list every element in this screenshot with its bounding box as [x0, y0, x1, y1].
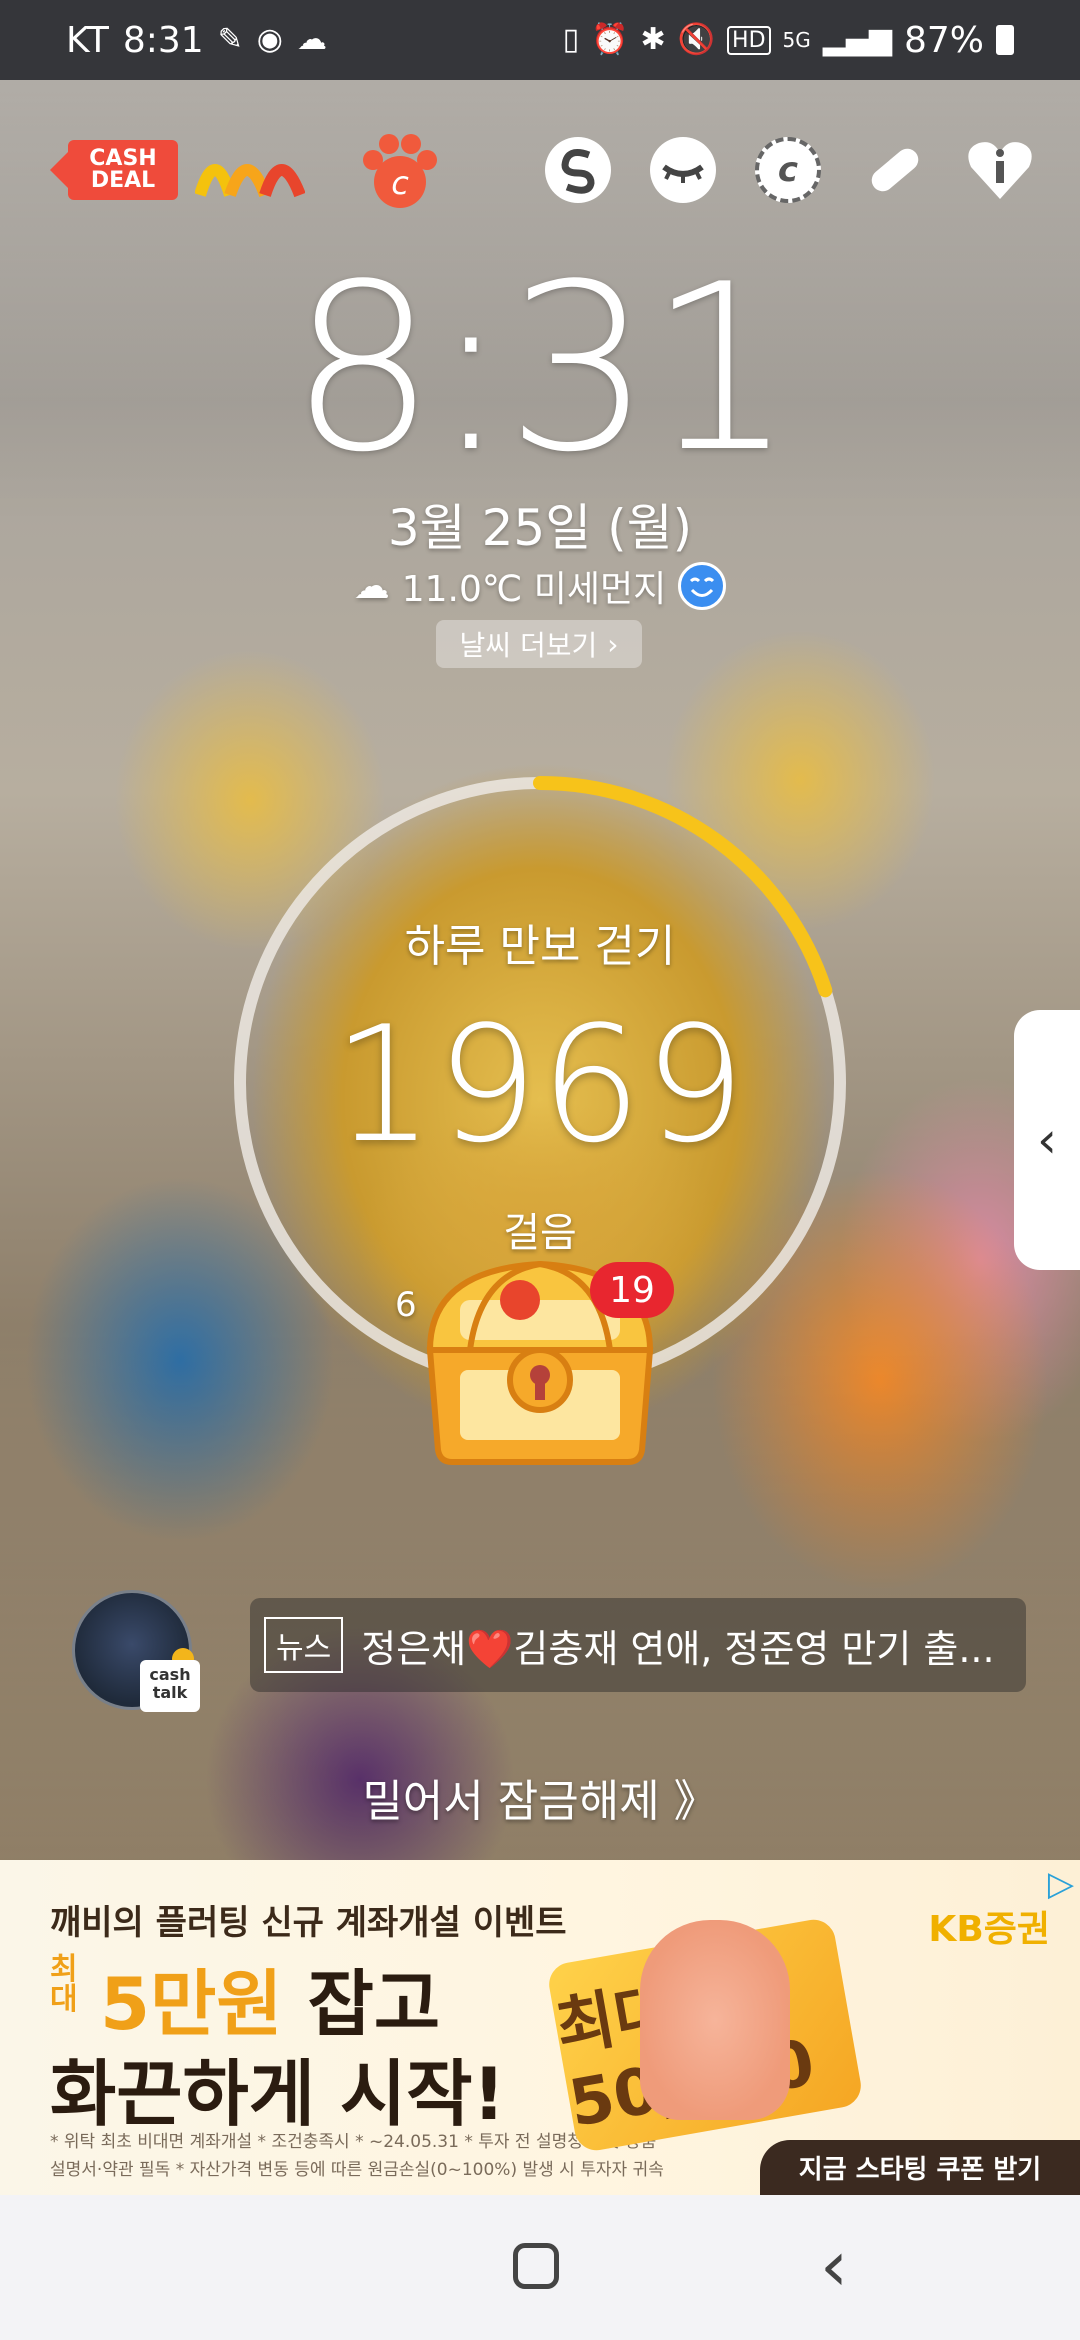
c-coin-app-icon[interactable]: c: [755, 137, 821, 203]
lockscreen-clock: 8:31: [289, 236, 795, 503]
alarm-icon: ⏰: [591, 22, 629, 57]
edge-panel-handle[interactable]: ‹: [1014, 1010, 1080, 1270]
ad-big-line-2: 화끈하게 시작!: [50, 2052, 506, 2136]
paw-c-app-icon[interactable]: c: [355, 130, 445, 210]
signal-icon: ▂▄▆: [822, 22, 892, 57]
ad-brand-logo: KB증권: [928, 1909, 1050, 1950]
ad-cta-button[interactable]: 지금 스타팅 쿠폰 받기: [760, 2140, 1080, 2195]
news-tag: 뉴스: [264, 1617, 344, 1673]
network-type-icon: 5G: [782, 28, 811, 52]
navigation-bar: ‹: [0, 2195, 1080, 2340]
notification-feather-icon: ✎: [217, 22, 243, 57]
carrier-label: KT: [66, 19, 109, 61]
svg-text:c: c: [391, 164, 409, 202]
chest-count-badge: 19: [590, 1262, 674, 1318]
svg-text:c: c: [778, 150, 798, 190]
battery-saver-icon: ▯: [562, 22, 580, 57]
status-bar: KT 8:31 ✎ ◉ ☁ ▯ ⏰ ✱ 🔇 HD 5G ▂▄▆ 87%: [0, 0, 1080, 80]
swipe-to-unlock[interactable]: 밀어서 잠금해제 》: [0, 1765, 1080, 1829]
cashtalk-label: cash talk: [140, 1660, 200, 1712]
news-headline: 정은채❤️김충재 연애, 정준영 만기 출...: [361, 1626, 995, 1671]
mute-icon: 🔇: [677, 22, 716, 57]
home-button[interactable]: [513, 2243, 559, 2289]
chevron-right-icon: ›: [607, 627, 619, 661]
notification-compass-icon: ◉: [256, 22, 283, 57]
chevron-left-icon: ‹: [1037, 1111, 1057, 1169]
notification-cloud-icon: ☁: [296, 22, 327, 57]
steps-count: 1969: [332, 991, 748, 1178]
ad-small-label: 최대: [50, 1952, 78, 2017]
lockscreen-date: 3월 25일 (월): [387, 499, 693, 557]
battery-percent: 87%: [903, 19, 984, 61]
weather-row: ☁ 11.0℃ 미세먼지: [0, 560, 1080, 612]
weather-more-button[interactable]: 날씨 더보기 ›: [436, 620, 642, 668]
smiley-face-icon: [678, 562, 727, 610]
heart-info-app-icon[interactable]: [965, 130, 1035, 210]
back-button[interactable]: ‹: [820, 2225, 848, 2307]
cash-deal-app-icon[interactable]: CASH DEAL: [50, 140, 178, 200]
rainbow-app-icon[interactable]: [195, 130, 305, 210]
hd-voice-icon: HD: [727, 25, 771, 55]
ad-headline: 깨비의 플러팅 신규 계좌개설 이벤트: [50, 1903, 567, 1943]
pill-app-icon[interactable]: [860, 130, 930, 210]
bluetooth-icon: ✱: [640, 22, 666, 57]
weather-text: 11.0℃ 미세먼지: [401, 569, 667, 610]
lock-screen: KT 8:31 ✎ ◉ ☁ ▯ ⏰ ✱ 🔇 HD 5G ▂▄▆ 87% CASH…: [0, 0, 1080, 2340]
s-app-icon[interactable]: [545, 137, 611, 203]
steps-title: 하루 만보 걷기: [404, 921, 676, 972]
ad-banner[interactable]: 깨비의 플러팅 신규 계좌개설 이벤트 최대 5만원 잡고 화끈하게 시작! *…: [0, 1860, 1080, 2195]
ad-choices-icon[interactable]: ▷: [1048, 1864, 1074, 1904]
cloud-icon: ☁: [353, 565, 390, 607]
ad-hand-graphic: [640, 1920, 790, 2120]
lockscreen-app-shortcuts: CASH DEAL c c: [50, 130, 1040, 210]
status-time: 8:31: [122, 19, 204, 61]
battery-icon: [996, 25, 1014, 55]
eye-mask-app-icon[interactable]: [650, 137, 716, 203]
news-ticker[interactable]: 뉴스 정은채❤️김충재 연애, 정준영 만기 출...: [250, 1598, 1026, 1692]
